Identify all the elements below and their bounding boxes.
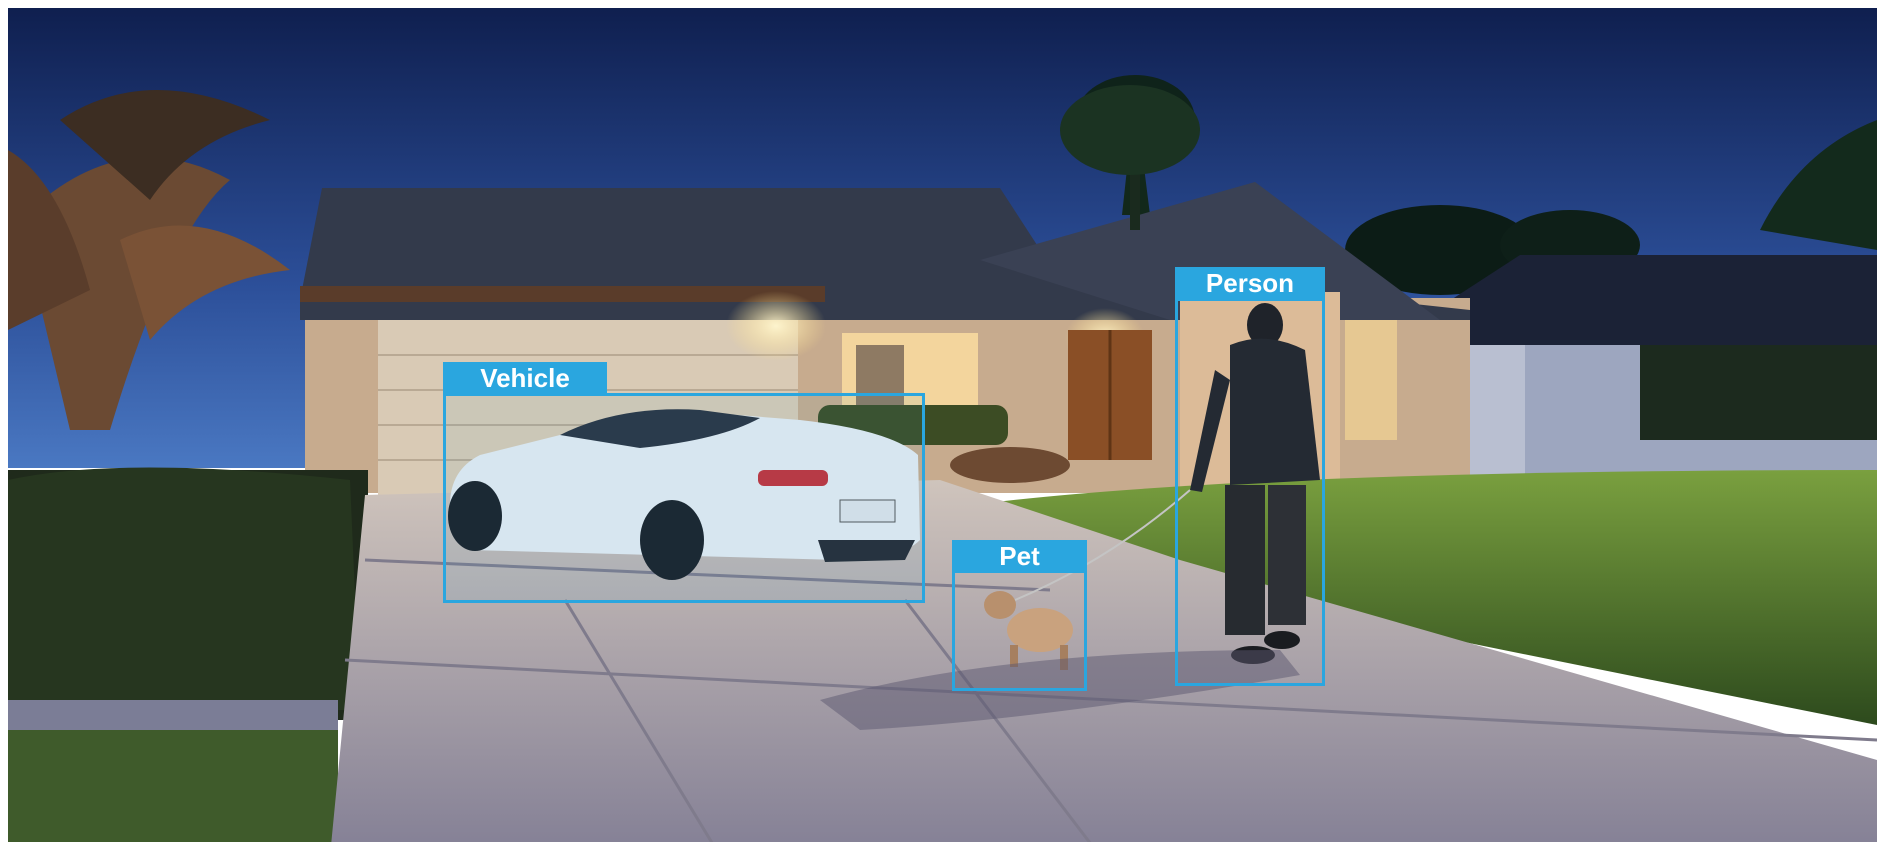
footpath bbox=[8, 700, 338, 730]
scene bbox=[0, 0, 1877, 856]
neighbor-house bbox=[1420, 255, 1877, 475]
person-detection-box bbox=[1175, 298, 1325, 686]
vehicle-detection-label: Vehicle bbox=[443, 362, 607, 395]
vehicle-detection-box bbox=[443, 393, 925, 603]
pet-detection-box bbox=[952, 570, 1087, 691]
person-detection-label: Person bbox=[1175, 267, 1325, 300]
pet-detection-label: Pet bbox=[952, 540, 1087, 573]
